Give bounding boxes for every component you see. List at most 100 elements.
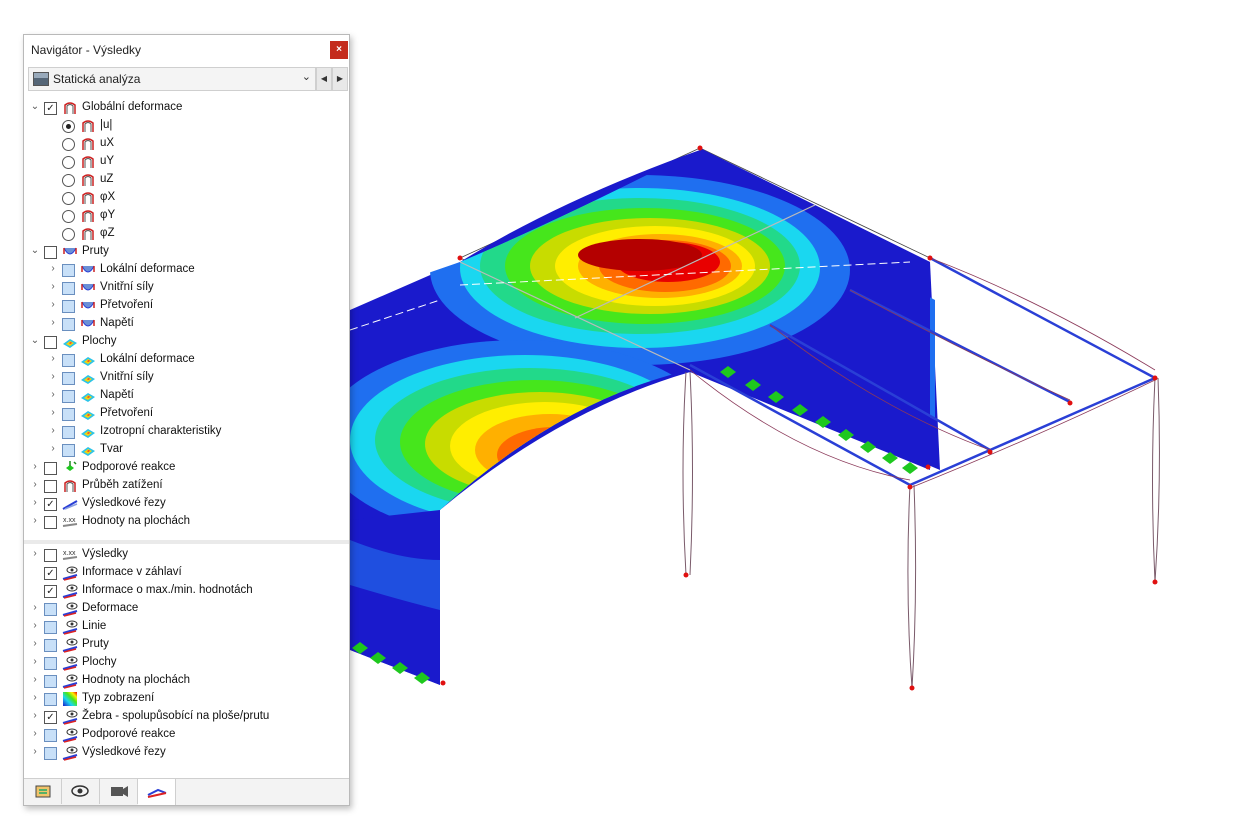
tree-checkbox[interactable] bbox=[44, 549, 57, 562]
close-button[interactable]: × bbox=[330, 41, 348, 59]
tree-checkbox[interactable] bbox=[44, 747, 57, 760]
tree-item[interactable]: ✓ Informace v záhlaví bbox=[24, 564, 349, 582]
tree-item[interactable]: uX bbox=[24, 135, 349, 153]
tree-item[interactable]: φX bbox=[24, 189, 349, 207]
tree-item[interactable]: › Podporové reakce bbox=[24, 726, 349, 744]
tree-item[interactable]: › Pruty bbox=[24, 636, 349, 654]
tree-checkbox[interactable] bbox=[44, 246, 57, 259]
camera-tab[interactable] bbox=[100, 779, 138, 804]
tree-radio[interactable] bbox=[62, 156, 75, 169]
analysis-type-dropdown[interactable]: Statická analýza ⌄ bbox=[28, 67, 316, 91]
tree-item[interactable]: ⌄ Plochy bbox=[24, 333, 349, 351]
tree-item[interactable]: › Deformace bbox=[24, 600, 349, 618]
tree-checkbox[interactable] bbox=[44, 480, 57, 493]
tree-checkbox[interactable] bbox=[62, 282, 75, 295]
tree-checkbox[interactable] bbox=[44, 603, 57, 616]
tree-radio[interactable] bbox=[62, 138, 75, 151]
tree-checkbox[interactable] bbox=[62, 444, 75, 457]
chevron-right-icon[interactable]: › bbox=[30, 674, 40, 685]
chevron-right-icon[interactable]: › bbox=[30, 515, 40, 526]
tree-checkbox[interactable] bbox=[62, 300, 75, 313]
chevron-right-icon[interactable]: › bbox=[30, 656, 40, 667]
tree-checkbox[interactable] bbox=[44, 693, 57, 706]
tree-item[interactable]: › Lokální deformace bbox=[24, 351, 349, 369]
navigator-titlebar[interactable]: Navigátor - Výsledky × bbox=[24, 35, 349, 65]
tree-item[interactable]: › Lokální deformace bbox=[24, 261, 349, 279]
view-tab[interactable] bbox=[62, 779, 100, 804]
chevron-right-icon[interactable]: › bbox=[48, 281, 58, 292]
tree-checkbox[interactable] bbox=[44, 516, 57, 529]
tree-item[interactable]: › x.xx Hodnoty na plochách bbox=[24, 513, 349, 531]
tree-item[interactable]: › Napětí bbox=[24, 315, 349, 333]
tree-item[interactable]: |u| bbox=[24, 117, 349, 135]
tree-checkbox[interactable]: ✓ bbox=[44, 498, 57, 511]
tree-checkbox[interactable]: ✓ bbox=[44, 102, 57, 115]
chevron-right-icon[interactable]: › bbox=[48, 407, 58, 418]
tree-item[interactable]: › Přetvoření bbox=[24, 297, 349, 315]
tree-checkbox[interactable] bbox=[44, 639, 57, 652]
next-button[interactable]: ▶ bbox=[332, 67, 348, 91]
tree-radio[interactable] bbox=[62, 174, 75, 187]
chevron-right-icon[interactable]: › bbox=[48, 389, 58, 400]
chevron-right-icon[interactable]: › bbox=[30, 746, 40, 757]
chevron-right-icon[interactable]: › bbox=[30, 479, 40, 490]
chevron-right-icon[interactable]: › bbox=[30, 638, 40, 649]
tree-item[interactable]: › Napětí bbox=[24, 387, 349, 405]
tree-checkbox[interactable] bbox=[44, 621, 57, 634]
tree-checkbox[interactable]: ✓ bbox=[44, 711, 57, 724]
chevron-right-icon[interactable]: › bbox=[48, 425, 58, 436]
tree-item[interactable]: uY bbox=[24, 153, 349, 171]
tree-item[interactable]: › Přetvoření bbox=[24, 405, 349, 423]
tree-item[interactable]: uZ bbox=[24, 171, 349, 189]
tree-checkbox[interactable] bbox=[62, 408, 75, 421]
tree-item[interactable]: › Tvar bbox=[24, 441, 349, 459]
tree-item[interactable]: ⌄ ✓ Globální deformace bbox=[24, 99, 349, 117]
tree-checkbox[interactable] bbox=[62, 426, 75, 439]
tree-item[interactable]: φY bbox=[24, 207, 349, 225]
chevron-right-icon[interactable]: › bbox=[48, 299, 58, 310]
tree-item[interactable]: › Izotropní charakteristiky bbox=[24, 423, 349, 441]
tree-item[interactable]: ✓ Informace o max./min. hodnotách bbox=[24, 582, 349, 600]
chevron-right-icon[interactable]: › bbox=[30, 461, 40, 472]
chevron-right-icon[interactable]: › bbox=[30, 620, 40, 631]
tree-checkbox[interactable] bbox=[44, 336, 57, 349]
data-tab[interactable] bbox=[24, 779, 62, 804]
tree-checkbox[interactable] bbox=[44, 462, 57, 475]
tree-checkbox[interactable] bbox=[44, 657, 57, 670]
chevron-right-icon[interactable]: › bbox=[30, 728, 40, 739]
chevron-right-icon[interactable]: › bbox=[48, 317, 58, 328]
chevron-right-icon[interactable]: › bbox=[30, 692, 40, 703]
prev-button[interactable]: ◀ bbox=[316, 67, 332, 91]
tree-item[interactable]: › ✓ Žebra - spolupůsobící na ploše/prutu bbox=[24, 708, 349, 726]
tree-item[interactable]: › x.xx Výsledky bbox=[24, 546, 349, 564]
tree-item[interactable]: › Linie bbox=[24, 618, 349, 636]
tree-checkbox[interactable]: ✓ bbox=[44, 585, 57, 598]
chevron-down-icon[interactable]: ⌄ bbox=[30, 101, 40, 112]
tree-item[interactable]: › Typ zobrazení bbox=[24, 690, 349, 708]
tree-item[interactable]: › Podporové reakce bbox=[24, 459, 349, 477]
chevron-right-icon[interactable]: › bbox=[30, 497, 40, 508]
tree-checkbox[interactable] bbox=[62, 372, 75, 385]
tree-checkbox[interactable]: ✓ bbox=[44, 567, 57, 580]
chevron-right-icon[interactable]: › bbox=[30, 602, 40, 613]
tree-item[interactable]: › Výsledkové řezy bbox=[24, 744, 349, 762]
chevron-down-icon[interactable]: ⌄ bbox=[30, 335, 40, 346]
chevron-right-icon[interactable]: › bbox=[48, 371, 58, 382]
tree-checkbox[interactable] bbox=[62, 354, 75, 367]
chevron-right-icon[interactable]: › bbox=[48, 443, 58, 454]
tree-item[interactable]: › Hodnoty na plochách bbox=[24, 672, 349, 690]
tree-checkbox[interactable] bbox=[62, 390, 75, 403]
results-tab[interactable] bbox=[138, 779, 176, 805]
tree-checkbox[interactable] bbox=[62, 318, 75, 331]
chevron-right-icon[interactable]: › bbox=[48, 263, 58, 274]
chevron-right-icon[interactable]: › bbox=[30, 548, 40, 559]
tree-checkbox[interactable] bbox=[62, 264, 75, 277]
tree-item[interactable]: ⌄ Pruty bbox=[24, 243, 349, 261]
tree-radio[interactable] bbox=[62, 120, 75, 133]
chevron-right-icon[interactable]: › bbox=[48, 353, 58, 364]
tree-checkbox[interactable] bbox=[44, 729, 57, 742]
tree-item[interactable]: › Průběh zatížení bbox=[24, 477, 349, 495]
tree-item[interactable]: › Vnitřní síly bbox=[24, 279, 349, 297]
tree-item[interactable]: › ✓ Výsledkové řezy bbox=[24, 495, 349, 513]
tree-radio[interactable] bbox=[62, 192, 75, 205]
